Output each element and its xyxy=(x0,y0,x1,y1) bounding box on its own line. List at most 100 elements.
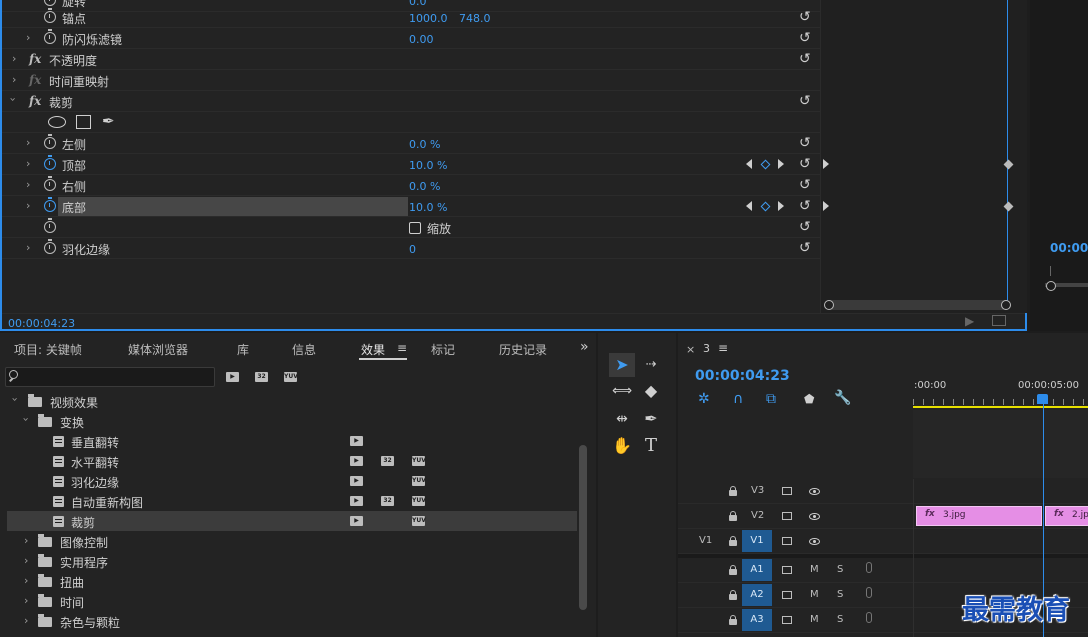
ripple-edit-tool-icon[interactable]: ⟺ xyxy=(609,379,635,403)
lock-icon[interactable] xyxy=(729,565,737,575)
sync-lock-icon[interactable] xyxy=(782,487,792,495)
playhead-handle[interactable] xyxy=(1037,394,1048,404)
lock-icon[interactable] xyxy=(729,615,737,625)
sequence-tab[interactable]: 3 xyxy=(703,342,710,355)
tab-markers[interactable]: 标记 xyxy=(431,341,455,358)
chevron-right-icon[interactable]: › xyxy=(26,31,30,44)
lock-icon[interactable] xyxy=(729,536,737,546)
sync-lock-icon[interactable] xyxy=(782,512,792,520)
tree-folder-noise-grain[interactable]: › 杂色与颗粒 xyxy=(7,611,577,631)
prop-row-bottom[interactable]: › 底部 10.0 % ↺ xyxy=(2,196,820,217)
chevron-right-icon[interactable]: › xyxy=(26,157,30,170)
pen-mask-icon[interactable]: ✒ xyxy=(102,112,115,130)
reset-icon[interactable]: ↺ xyxy=(799,241,811,255)
eye-icon[interactable] xyxy=(809,488,820,495)
chevron-right-icon[interactable]: › xyxy=(12,52,16,65)
microphone-icon[interactable] xyxy=(866,587,872,598)
solo-button[interactable]: S xyxy=(837,614,843,625)
sync-lock-icon[interactable] xyxy=(782,537,792,545)
tree-folder-time[interactable]: › 时间 xyxy=(7,591,577,611)
filter-icon[interactable]: ▶ xyxy=(965,314,974,328)
scroll-handle-right[interactable] xyxy=(1001,300,1011,310)
tree-folder-distort[interactable]: › 扭曲 xyxy=(7,571,577,591)
rectangle-mask-icon[interactable] xyxy=(76,115,91,129)
chevron-right-icon[interactable]: › xyxy=(26,199,30,212)
scroll-handle[interactable] xyxy=(1046,281,1056,291)
mute-button[interactable]: M xyxy=(810,614,819,625)
lock-icon[interactable] xyxy=(729,486,737,496)
prop-row-anchor[interactable]: 锚点 1000.0 748.0 ↺ xyxy=(2,7,820,28)
work-area-bar[interactable] xyxy=(913,406,1088,408)
eye-icon[interactable] xyxy=(809,538,820,545)
type-tool-icon[interactable]: T xyxy=(638,434,664,458)
chevron-down-icon[interactable]: › xyxy=(9,397,22,401)
stopwatch-icon[interactable] xyxy=(44,218,56,233)
sync-lock-icon[interactable] xyxy=(782,591,792,599)
prop-value[interactable]: 10.0 % xyxy=(409,201,447,214)
snap-icon[interactable]: ∩ xyxy=(733,391,743,407)
fx-icon[interactable]: fx xyxy=(29,94,41,108)
prop-row-flicker[interactable]: › 防闪烁滤镜 0.00 ↺ xyxy=(2,28,820,49)
tab-media-browser[interactable]: 媒体浏览器 xyxy=(128,341,188,358)
nest-icon[interactable]: ✲ xyxy=(698,391,710,407)
prop-value[interactable]: 0.0 % xyxy=(409,138,440,151)
tree-effect-vertical-flip[interactable]: 垂直翻转 ▶ xyxy=(7,431,577,451)
zoom-checkbox[interactable] xyxy=(409,222,421,234)
menu-icon[interactable]: ≡ xyxy=(718,341,728,355)
stopwatch-icon[interactable] xyxy=(44,0,56,6)
prev-keyframe-icon[interactable] xyxy=(746,159,752,169)
anchor-y-value[interactable]: 748.0 xyxy=(459,12,491,25)
chevron-right-icon[interactable]: › xyxy=(24,534,28,547)
effect-row-opacity[interactable]: › fx 不透明度 ↺ xyxy=(2,49,820,70)
mute-button[interactable]: M xyxy=(810,589,819,600)
keyframe-diamond[interactable] xyxy=(1003,201,1014,212)
stopwatch-icon[interactable] xyxy=(44,29,56,44)
sync-lock-icon[interactable] xyxy=(782,616,792,624)
ellipse-mask-icon[interactable] xyxy=(48,116,66,128)
pen-tool-icon[interactable]: ✒ xyxy=(638,407,664,431)
tab-project[interactable]: 项目: 关键帧 xyxy=(14,341,82,358)
prev-keyframe-icon[interactable] xyxy=(746,201,752,211)
tab-history[interactable]: 历史记录 xyxy=(499,341,547,358)
razor-tool-icon[interactable]: ◆ xyxy=(638,379,664,403)
prop-value[interactable]: 0.0 % xyxy=(409,180,440,193)
microphone-icon[interactable] xyxy=(866,612,872,623)
reset-icon[interactable]: ↺ xyxy=(799,136,811,150)
stopwatch-icon[interactable] xyxy=(44,176,56,191)
solo-button[interactable]: S xyxy=(837,564,843,575)
keyframe-timeline[interactable] xyxy=(820,0,1027,313)
prop-value[interactable]: 0 xyxy=(409,243,416,256)
32bit-filter-icon[interactable]: 32 xyxy=(255,372,268,382)
reset-icon[interactable]: ↺ xyxy=(799,178,811,192)
add-keyframe-icon[interactable] xyxy=(760,201,771,212)
reset-icon[interactable]: ↺ xyxy=(799,94,811,108)
effect-row-crop[interactable]: › fx 裁剪 ↺ xyxy=(2,91,820,112)
reset-icon[interactable]: ↺ xyxy=(799,199,811,213)
tree-folder-video-effects[interactable]: › 视频效果 xyxy=(7,391,577,411)
stopwatch-active-icon[interactable] xyxy=(44,155,56,170)
effects-scrollbar[interactable] xyxy=(579,445,587,610)
effect-controls-timecode[interactable]: 00:00:04:23 xyxy=(8,317,75,330)
lock-icon[interactable] xyxy=(729,511,737,521)
add-keyframe-icon[interactable] xyxy=(760,159,771,170)
source-patch[interactable]: V1 xyxy=(699,535,712,546)
chevron-right-icon[interactable]: › xyxy=(24,614,28,627)
tree-effect-crop[interactable]: 裁剪 ▶ YUV xyxy=(7,511,577,531)
chevron-right-icon[interactable]: › xyxy=(24,574,28,587)
chevron-right-icon[interactable]: › xyxy=(24,554,28,567)
tree-effect-horizontal-flip[interactable]: 水平翻转 ▶ 32 YUV xyxy=(7,451,577,471)
tree-folder-image-control[interactable]: › 图像控制 xyxy=(7,531,577,551)
stopwatch-active-icon[interactable] xyxy=(44,197,56,212)
reset-icon[interactable]: ↺ xyxy=(799,157,811,171)
tab-info[interactable]: 信息 xyxy=(292,341,316,358)
tab-effects[interactable]: 效果 xyxy=(361,341,385,358)
track-target-button[interactable]: A1 xyxy=(742,559,772,581)
next-keyframe-icon[interactable] xyxy=(778,159,784,169)
microphone-icon[interactable] xyxy=(866,562,872,573)
chevron-right-icon[interactable]: › xyxy=(26,136,30,149)
track-target-button[interactable]: A2 xyxy=(742,584,772,606)
slip-tool-icon[interactable]: ⇹ xyxy=(609,407,635,431)
fx-icon[interactable]: fx xyxy=(29,52,41,66)
export-icon[interactable] xyxy=(992,315,1006,326)
linked-selection-icon[interactable]: ⧉ xyxy=(766,391,776,407)
